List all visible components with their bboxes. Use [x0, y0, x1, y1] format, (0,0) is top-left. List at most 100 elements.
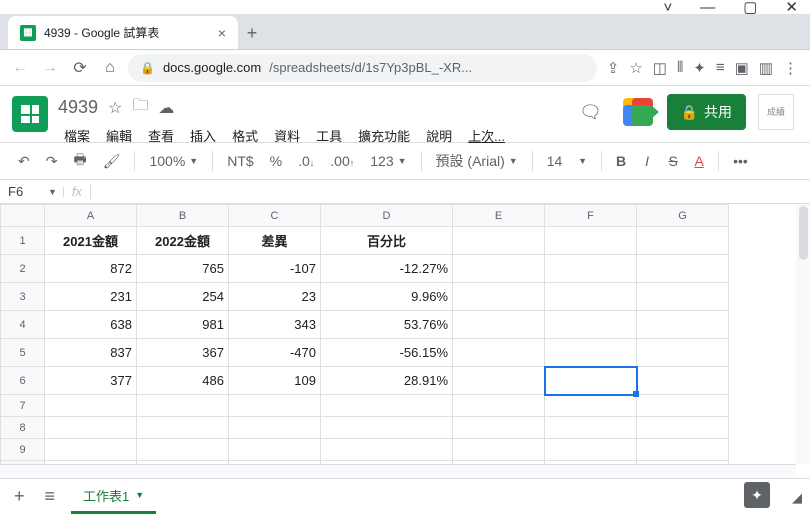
url-field[interactable]: 🔒 docs.google.com/spreadsheets/d/1s7Yp3p… — [128, 54, 597, 82]
cell-B4[interactable]: 981 — [137, 311, 229, 339]
cell-F4[interactable] — [545, 311, 637, 339]
row-header-8[interactable]: 8 — [1, 417, 45, 439]
select-all-corner[interactable] — [1, 205, 45, 227]
cell-C5[interactable]: -470 — [229, 339, 321, 367]
cell-E7[interactable] — [453, 395, 545, 417]
cell-G4[interactable] — [637, 311, 729, 339]
cell-C8[interactable] — [229, 417, 321, 439]
star-icon[interactable]: ☆ — [629, 59, 642, 77]
menu-insert[interactable]: 插入 — [184, 123, 222, 148]
cell-A7[interactable] — [45, 395, 137, 417]
cell-D8[interactable] — [321, 417, 453, 439]
cell-D2[interactable]: -12.27% — [321, 255, 453, 283]
menu-edit[interactable]: 編輯 — [100, 123, 138, 148]
cell-B1[interactable]: 2022金額 — [137, 227, 229, 255]
cell-F1[interactable] — [545, 227, 637, 255]
cell-F6[interactable] — [545, 367, 637, 395]
reload-button[interactable]: ⟳ — [68, 56, 92, 80]
currency-button[interactable]: NT$ — [221, 149, 259, 173]
cell-D3[interactable]: 9.96% — [321, 283, 453, 311]
minimize-icon[interactable]: — — [700, 0, 715, 16]
share-button[interactable]: 🔒 共用 — [667, 94, 746, 130]
row-header-6[interactable]: 6 — [1, 367, 45, 395]
column-header-G[interactable]: G — [637, 205, 729, 227]
cell-C3[interactable]: 23 — [229, 283, 321, 311]
formula-input[interactable] — [91, 180, 810, 203]
font-select[interactable]: 預設 (Arial)▼ — [430, 147, 524, 175]
forward-button[interactable]: → — [38, 56, 62, 80]
account-icon[interactable]: ▥ — [759, 59, 773, 77]
row-header-4[interactable]: 4 — [1, 311, 45, 339]
cell-A5[interactable]: 837 — [45, 339, 137, 367]
column-header-C[interactable]: C — [229, 205, 321, 227]
sheet-menu-icon[interactable]: ▼ — [135, 490, 144, 500]
column-header-F[interactable]: F — [545, 205, 637, 227]
cell-F7[interactable] — [545, 395, 637, 417]
extension-icon[interactable]: ⫴ — [677, 59, 683, 76]
comment-history-icon[interactable]: 🗨 — [573, 94, 609, 130]
cell-A6[interactable]: 377 — [45, 367, 137, 395]
bold-button[interactable]: B — [610, 149, 632, 173]
cell-F9[interactable] — [545, 439, 637, 461]
account-avatar[interactable]: 成績 — [758, 94, 794, 130]
list-icon[interactable]: ≡ — [716, 59, 725, 76]
cell-A9[interactable] — [45, 439, 137, 461]
column-header-A[interactable]: A — [45, 205, 137, 227]
row-header-2[interactable]: 2 — [1, 255, 45, 283]
name-box-dropdown[interactable]: ▼ — [48, 187, 64, 197]
more-toolbar-button[interactable]: ••• — [727, 149, 754, 173]
cell-G2[interactable] — [637, 255, 729, 283]
cell-G9[interactable] — [637, 439, 729, 461]
cell-C2[interactable]: -107 — [229, 255, 321, 283]
print-button[interactable]: 🖶 — [67, 145, 92, 177]
cell-D5[interactable]: -56.15% — [321, 339, 453, 367]
star-doc-icon[interactable]: ☆ — [108, 98, 122, 118]
strikethrough-button[interactable]: S — [662, 149, 684, 173]
cell-B3[interactable]: 254 — [137, 283, 229, 311]
cell-B2[interactable]: 765 — [137, 255, 229, 283]
cell-G5[interactable] — [637, 339, 729, 367]
row-header-3[interactable]: 3 — [1, 283, 45, 311]
cell-D6[interactable]: 28.91% — [321, 367, 453, 395]
cell-B8[interactable] — [137, 417, 229, 439]
text-color-button[interactable]: A — [688, 149, 710, 173]
cell-C1[interactable]: 差異 — [229, 227, 321, 255]
cell-E6[interactable] — [453, 367, 545, 395]
cell-D7[interactable] — [321, 395, 453, 417]
font-size-select[interactable]: 14 ▼ — [541, 149, 593, 173]
cell-G6[interactable] — [637, 367, 729, 395]
row-header-9[interactable]: 9 — [1, 439, 45, 461]
browser-tab-active[interactable]: ▦ 4939 - Google 試算表 × — [8, 16, 238, 49]
maximize-icon[interactable]: ▢ — [743, 0, 757, 16]
doc-title[interactable]: 4939 — [58, 97, 98, 118]
redo-button[interactable]: ↷ — [40, 149, 64, 174]
increase-decimal-button[interactable]: .00↑ — [324, 149, 360, 173]
cell-G8[interactable] — [637, 417, 729, 439]
cell-C4[interactable]: 343 — [229, 311, 321, 339]
cell-A8[interactable] — [45, 417, 137, 439]
cell-C9[interactable] — [229, 439, 321, 461]
cell-G1[interactable] — [637, 227, 729, 255]
column-header-E[interactable]: E — [453, 205, 545, 227]
close-tab-icon[interactable]: × — [218, 25, 226, 41]
cell-B5[interactable]: 367 — [137, 339, 229, 367]
add-sheet-button[interactable]: + — [10, 482, 29, 511]
paint-format-button[interactable]: 🖌 — [97, 149, 127, 174]
cell-F2[interactable] — [545, 255, 637, 283]
share-icon[interactable]: ⇪ — [607, 59, 620, 77]
back-button[interactable]: ← — [8, 56, 32, 80]
menu-extensions[interactable]: 擴充功能 — [352, 123, 416, 148]
install-icon[interactable]: ◫ — [653, 59, 667, 77]
column-header-D[interactable]: D — [321, 205, 453, 227]
spreadsheet-grid[interactable]: ABCDEFG12021金額2022金額差異百分比2872765-107-12.… — [0, 204, 810, 464]
italic-button[interactable]: I — [636, 149, 658, 173]
menu-tools[interactable]: 工具 — [310, 123, 348, 148]
cell-A1[interactable]: 2021金額 — [45, 227, 137, 255]
cell-C7[interactable] — [229, 395, 321, 417]
cell-B9[interactable] — [137, 439, 229, 461]
cell-E3[interactable] — [453, 283, 545, 311]
cell-D1[interactable]: 百分比 — [321, 227, 453, 255]
move-doc-icon[interactable]: 🗀 — [132, 94, 148, 121]
home-button[interactable]: ⌂ — [98, 56, 122, 80]
name-box[interactable]: F6 — [0, 184, 48, 199]
